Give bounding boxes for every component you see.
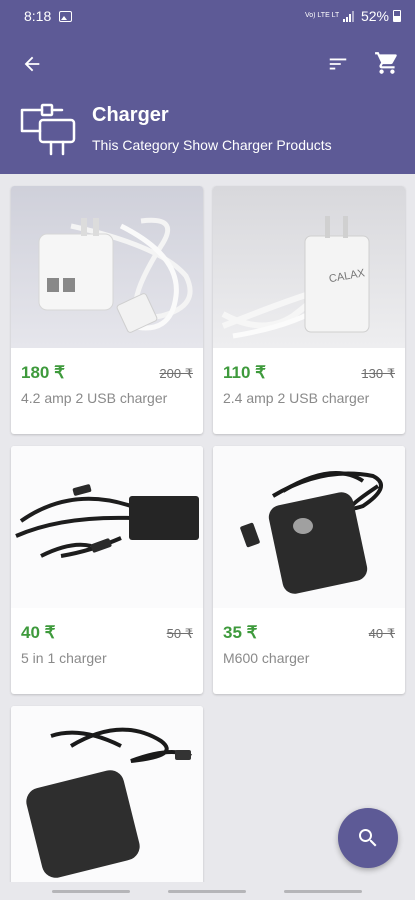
signal-icon	[342, 10, 354, 22]
nav-back-button[interactable]	[284, 890, 362, 893]
category-title: Charger	[92, 104, 169, 126]
status-time: 8:18	[24, 8, 52, 24]
product-old-price: 200 ₹	[159, 366, 193, 381]
product-price: 180 ₹	[21, 363, 65, 382]
product-old-price: 50 ₹	[166, 626, 193, 641]
product-price: 110 ₹	[223, 363, 266, 382]
network-type-label: Vo) LTE LTE1	[304, 12, 339, 19]
product-image	[213, 446, 405, 608]
product-name: 2.4 amp 2 USB charger	[223, 390, 370, 406]
product-card[interactable]: 40 ₹ 50 ₹ 5 in 1 charger	[11, 446, 203, 694]
product-name: 5 in 1 charger	[21, 650, 107, 666]
nav-recents-button[interactable]	[52, 890, 130, 893]
category-header: Charger This Category Show Charger Produ…	[0, 32, 415, 174]
system-nav-bar	[0, 882, 415, 900]
cart-icon	[375, 52, 397, 74]
battery-icon	[393, 10, 401, 22]
gallery-notification-icon	[59, 10, 73, 22]
charger-icon	[20, 103, 76, 156]
product-image	[11, 186, 203, 348]
product-card[interactable]: CALAX 110 ₹ 130 ₹ 2.4 amp 2 USB charger	[213, 186, 405, 434]
product-name: M600 charger	[223, 650, 310, 666]
status-bar: 8:18 Vo) LTE LTE1 52%	[0, 0, 415, 32]
search-icon	[359, 829, 377, 847]
product-price: 35 ₹	[223, 623, 258, 642]
cart-button[interactable]	[370, 46, 404, 80]
back-button[interactable]	[16, 48, 48, 80]
product-grid: 180 ₹ 200 ₹ 4.2 amp 2 USB charger CALAX …	[0, 174, 415, 900]
product-old-price: 40 ₹	[368, 626, 395, 641]
nav-home-button[interactable]	[168, 890, 246, 893]
product-card[interactable]: 180 ₹ 200 ₹ 4.2 amp 2 USB charger	[11, 186, 203, 434]
product-image: CALAX	[213, 186, 405, 348]
product-name: 4.2 amp 2 USB charger	[21, 390, 168, 406]
product-card[interactable]	[11, 706, 203, 900]
product-price: 40 ₹	[21, 623, 56, 642]
category-subtitle: This Category Show Charger Products	[92, 137, 332, 153]
search-fab[interactable]	[338, 808, 398, 868]
product-image	[11, 446, 203, 608]
product-old-price: 130 ₹	[361, 366, 395, 381]
sort-button[interactable]	[322, 48, 354, 80]
sort-icon	[329, 58, 347, 70]
battery-percent: 52%	[360, 8, 389, 24]
product-image	[11, 706, 203, 900]
product-card[interactable]: 35 ₹ 40 ₹ M600 charger	[213, 446, 405, 694]
arrow-left-icon	[24, 56, 40, 72]
